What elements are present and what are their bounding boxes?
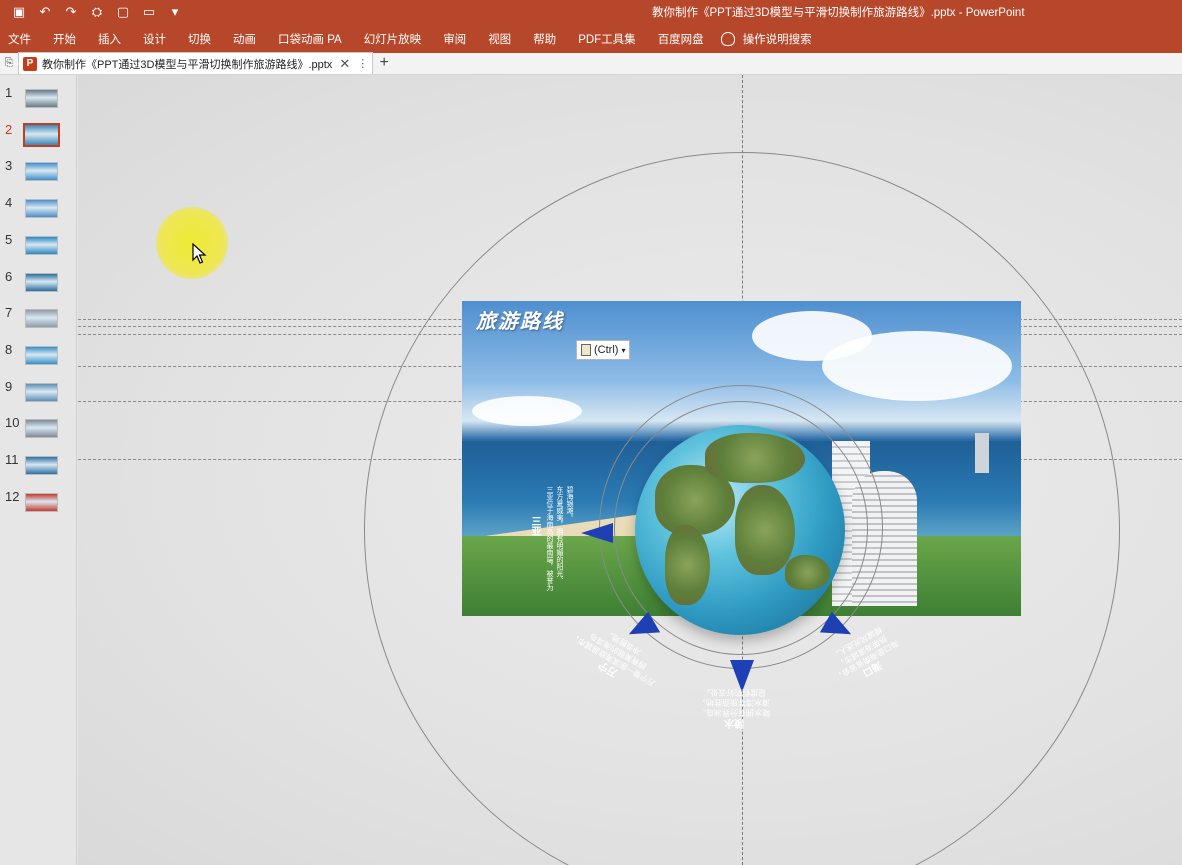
slide-thumbnail-image[interactable] xyxy=(25,89,58,108)
left-heading[interactable]: 三亚 xyxy=(529,516,540,536)
cloud-shape xyxy=(472,396,582,426)
slide-title[interactable]: 旅游路线 xyxy=(476,305,564,334)
tab-home[interactable]: 开始 xyxy=(42,24,87,53)
continent-shape xyxy=(785,555,830,590)
continent-shape xyxy=(665,525,710,605)
save-icon[interactable]: ▣ xyxy=(8,1,30,23)
slide-thumbnail-image[interactable] xyxy=(25,492,58,512)
slide-thumbnail[interactable]: 5 xyxy=(0,232,77,262)
caption-line: 是度假的好去处。 xyxy=(702,688,766,697)
redo-icon[interactable]: ↷ xyxy=(60,1,82,23)
slide-number: 5 xyxy=(5,231,13,247)
lightbulb-icon xyxy=(720,31,735,46)
tab-design[interactable]: 设计 xyxy=(132,24,177,53)
slide-number: 6 xyxy=(5,268,13,284)
slide-number: 10 xyxy=(5,415,20,431)
slide-thumbnail[interactable]: 8 xyxy=(0,342,77,372)
slide-thumbnail-image[interactable] xyxy=(25,235,58,255)
caption-bottom-center[interactable]: 陵水 陵水拥有分界洲岛、 清水湾等旅游胜地， 是度假的好去处。 xyxy=(698,687,770,728)
tab-baidu-netdisk[interactable]: 百度网盘 xyxy=(647,24,715,53)
clipboard-icon xyxy=(581,344,591,356)
title-bar: ▣ ↶ ↷ ⛭ ▢ ▭ ▾ 教你制作《PPT通过3D模型与平滑切换制作旅游路线》… xyxy=(0,0,1182,24)
slide-thumbnail-image[interactable] xyxy=(25,199,58,219)
slide-thumbnail[interactable]: 10 xyxy=(0,415,77,445)
quick-access-toolbar: ▣ ↶ ↷ ⛭ ▢ ▭ ▾ xyxy=(0,0,186,24)
slide-number: 11 xyxy=(5,452,19,467)
paste-options-label: (Ctrl) xyxy=(594,344,619,356)
continent-shape xyxy=(705,433,805,483)
building-shape xyxy=(975,433,989,473)
tab-view[interactable]: 视图 xyxy=(477,24,522,53)
undo-icon[interactable]: ↶ xyxy=(34,1,56,23)
new-tab-button[interactable]: + xyxy=(373,52,395,74)
slide-number: 2 xyxy=(5,121,13,137)
slide-thumbnail[interactable]: 3 xyxy=(0,158,77,188)
left-text-line: 碧海银滩。 xyxy=(566,486,573,521)
left-text-line: 东方夏威夷，拥有明媚的阳光、 xyxy=(556,486,563,584)
slide-thumbnail-image[interactable] xyxy=(23,122,60,147)
customize-icon[interactable]: ▾ xyxy=(164,1,186,23)
tab-help[interactable]: 帮助 xyxy=(522,24,567,53)
close-tab-icon[interactable]: ✕ xyxy=(339,56,350,72)
slide-thumbnail-image[interactable] xyxy=(25,162,58,182)
panel-toggle-icon[interactable]: ⎘ xyxy=(0,52,18,74)
slide-thumbnail[interactable]: 9 xyxy=(0,379,77,409)
slide-number: 1 xyxy=(5,85,13,100)
tab-transitions[interactable]: 切换 xyxy=(177,24,222,53)
tab-animations[interactable]: 动画 xyxy=(222,24,267,53)
tab-review[interactable]: 审阅 xyxy=(432,24,477,53)
document-tab-label: 教你制作《PPT通过3D模型与平滑切换制作旅游路线》.pptx xyxy=(42,58,333,71)
earth-3d-model[interactable] xyxy=(635,425,845,635)
slide-thumbnail-image[interactable] xyxy=(25,309,58,329)
tab-file[interactable]: 文件 xyxy=(0,24,42,53)
slide-thumbnail-pane: 1 2 3 4 5 6 7 8 9 10 11 12 xyxy=(0,75,77,865)
caption-line: 清水湾等旅游胜地， xyxy=(698,698,770,707)
open-icon[interactable]: ▭ xyxy=(138,1,160,23)
mouse-cursor-icon xyxy=(192,243,207,264)
new-icon[interactable]: ▢ xyxy=(112,1,134,23)
slide-thumbnail-image[interactable] xyxy=(25,272,58,292)
document-tab[interactable]: P 教你制作《PPT通过3D模型与平滑切换制作旅游路线》.pptx ✕ ⋮ xyxy=(18,52,374,74)
slide-number: 4 xyxy=(5,195,13,211)
slideshow-icon[interactable]: ⛭ xyxy=(86,1,108,23)
slide-number: 12 xyxy=(5,488,20,504)
slide-thumbnail[interactable]: 11 xyxy=(0,452,77,482)
slide-thumbnail[interactable]: 4 xyxy=(0,195,77,225)
left-text-line: 三亚位于海南岛的最南端，被誉为 xyxy=(546,486,553,591)
tab-pdf-tools[interactable]: PDF工具集 xyxy=(567,24,647,53)
ribbon-tabs: 文件 开始 插入 设计 切换 动画 口袋动画 PA 幻灯片放映 审阅 视图 帮助… xyxy=(0,24,1182,53)
tab-slideshow[interactable]: 幻灯片放映 xyxy=(353,24,433,53)
slide-thumbnail-image[interactable] xyxy=(25,382,58,402)
continent-shape xyxy=(735,485,795,575)
tab-pocket-animation[interactable]: 口袋动画 PA xyxy=(267,24,353,53)
slide-number: 9 xyxy=(5,378,13,394)
slide-number: 8 xyxy=(5,341,13,357)
slide-number: 7 xyxy=(5,305,13,321)
tab-insert[interactable]: 插入 xyxy=(87,24,132,53)
paste-options-button[interactable]: (Ctrl) ▾ xyxy=(576,340,631,360)
window-title: 教你制作《PPT通过3D模型与平滑切换制作旅游路线》.pptx - PowerP… xyxy=(652,7,1025,19)
caption-line: 陵水拥有分界洲岛、 xyxy=(698,708,770,717)
slide-thumbnail-image[interactable] xyxy=(25,345,58,365)
slide-thumbnail[interactable]: 1 xyxy=(0,85,77,115)
slide-thumbnail[interactable]: 7 xyxy=(0,305,77,335)
powerpoint-icon: P xyxy=(23,56,37,71)
slide-editing-canvas[interactable]: 旅游路线 三亚 三亚位于海南岛的最南端，被誉为 东方夏威夷，拥有明媚的阳光、 碧… xyxy=(78,75,1182,865)
slide-thumbnail[interactable]: 2 xyxy=(0,122,77,152)
slide-thumbnail-image[interactable] xyxy=(25,419,58,439)
document-tab-bar: ⎘ P 教你制作《PPT通过3D模型与平滑切换制作旅游路线》.pptx ✕ ⋮ … xyxy=(0,52,1182,75)
slide-thumbnail[interactable]: 12 xyxy=(0,489,77,519)
slide-thumbnail-image[interactable] xyxy=(25,456,58,475)
arrow-marker-left[interactable] xyxy=(581,523,613,543)
tell-me-search[interactable]: 操作说明搜索 xyxy=(743,24,823,53)
slide-thumbnail[interactable]: 6 xyxy=(0,269,77,299)
cloud-shape xyxy=(822,331,1012,401)
more-options-icon[interactable]: ⋮ xyxy=(357,57,368,70)
slide-number: 3 xyxy=(5,158,13,174)
caption-heading: 陵水 xyxy=(724,717,744,728)
chevron-down-icon: ▾ xyxy=(621,345,626,355)
